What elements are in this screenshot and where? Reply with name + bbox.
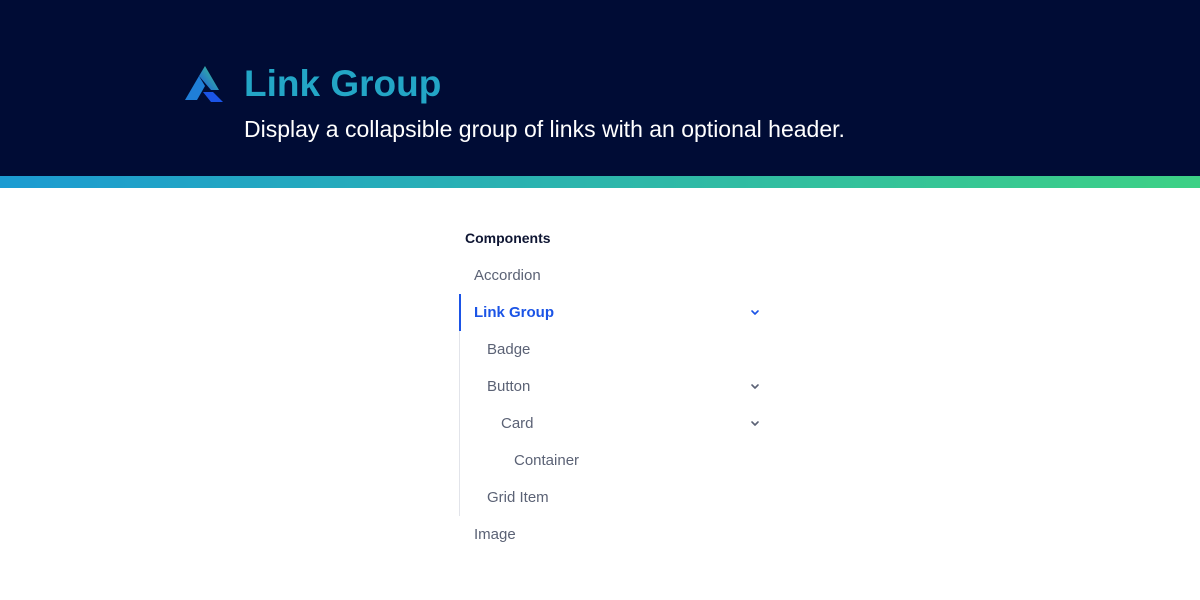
page-subtitle: Display a collapsible group of links wit… bbox=[244, 116, 845, 142]
nav-item-card[interactable]: Card bbox=[501, 405, 534, 442]
nav-item-badge[interactable]: Badge bbox=[487, 331, 530, 368]
chevron-down-icon[interactable] bbox=[749, 405, 761, 442]
nav-item-button[interactable]: Button bbox=[487, 368, 530, 405]
nav-item-accordion[interactable]: Accordion bbox=[474, 257, 541, 294]
brand-logo-icon bbox=[185, 66, 223, 102]
header-banner: Link Group Display a collapsible group o… bbox=[0, 0, 1200, 176]
nav-item-grid-item[interactable]: Grid Item bbox=[487, 479, 549, 516]
nav-section-title: Components bbox=[465, 230, 551, 246]
nav-item-container[interactable]: Container bbox=[514, 442, 579, 479]
chevron-down-icon[interactable] bbox=[749, 294, 761, 331]
active-indicator bbox=[459, 294, 461, 331]
nav-item-image[interactable]: Image bbox=[474, 516, 516, 553]
chevron-down-icon[interactable] bbox=[749, 368, 761, 405]
page-title: Link Group bbox=[244, 63, 442, 104]
gradient-divider bbox=[0, 176, 1200, 188]
nav-item-link-group[interactable]: Link Group bbox=[474, 294, 554, 331]
